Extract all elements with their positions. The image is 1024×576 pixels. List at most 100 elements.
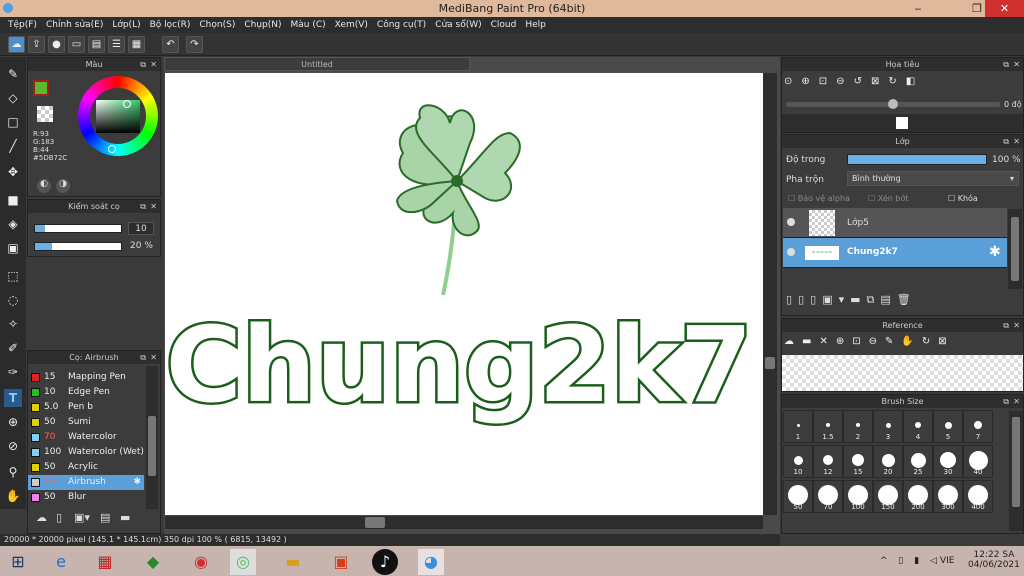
select-tool-icon[interactable]: ⬚: [4, 267, 22, 285]
brush-size-option[interactable]: 4: [903, 410, 933, 443]
clock[interactable]: 12:22 SA 04/06/2021: [968, 550, 1020, 570]
app-grid-icon[interactable]: ▦: [92, 549, 118, 575]
brush-size-option[interactable]: 150: [873, 480, 903, 513]
eraser-tool-icon[interactable]: ◇: [4, 89, 22, 107]
menu-view[interactable]: Xem(V): [331, 17, 373, 33]
rotation-slider[interactable]: [786, 99, 1000, 109]
delete-layer-icon[interactable]: 🗑: [897, 293, 917, 306]
brush-size-option[interactable]: 7: [963, 410, 993, 443]
gear-icon[interactable]: ✱: [133, 475, 141, 490]
brush-list-item[interactable]: 50 Sumi: [28, 415, 144, 430]
mirror-icon[interactable]: ◧: [906, 76, 924, 87]
new-layer-1bit-icon[interactable]: ▯: [810, 293, 822, 306]
palette-icon[interactable]: ◐: [37, 179, 51, 193]
bucket-tool-icon[interactable]: ◈: [4, 215, 22, 233]
list-icon[interactable]: ☰: [108, 36, 125, 53]
clip-checkbox[interactable]: ☐ Xén bớt: [868, 194, 908, 203]
line-tool-icon[interactable]: ╱: [4, 137, 22, 155]
ref-rotate-icon[interactable]: ↻: [922, 336, 938, 347]
color-set-icon[interactable]: ◑: [56, 179, 70, 193]
rotate-right-icon[interactable]: ↻: [888, 76, 905, 87]
menu-snap[interactable]: Chụp(N): [240, 17, 286, 33]
menu-color[interactable]: Màu (C): [287, 17, 331, 33]
layers-scrollbar[interactable]: [1008, 209, 1022, 289]
hue-wheel[interactable]: [78, 76, 158, 156]
brush-size-option[interactable]: 20: [873, 445, 903, 478]
vertical-scrollbar[interactable]: [763, 73, 777, 515]
ref-hand-icon[interactable]: ✋: [901, 336, 921, 347]
brush-list-item[interactable]: 100 Watercolor (Wet): [28, 445, 144, 460]
layer-item[interactable]: ~~~~~ Chung2k7 ✱: [783, 238, 1007, 268]
comment-icon[interactable]: ●: [48, 36, 65, 53]
undock-icon[interactable]: ⧉: [140, 200, 146, 213]
ref-eyedropper-icon[interactable]: ✎: [885, 336, 901, 347]
ref-close-icon[interactable]: ✕: [819, 336, 835, 347]
undock-icon[interactable]: ⧉: [1003, 395, 1009, 408]
menu-file[interactable]: Tệp(F): [4, 17, 42, 33]
brush-list-item[interactable]: 50 Acrylic: [28, 460, 144, 475]
ie-icon[interactable]: e: [48, 549, 74, 575]
close-icon[interactable]: ✕: [150, 200, 157, 213]
dropper-tool-icon[interactable]: ⚲: [4, 463, 22, 481]
chat-icon[interactable]: ▭: [68, 36, 85, 53]
language-indicator[interactable]: VIE: [940, 556, 955, 566]
dot-tool-icon[interactable]: □: [4, 113, 22, 131]
brush-size-option[interactable]: 30: [933, 445, 963, 478]
undock-icon[interactable]: ⧉: [140, 58, 146, 71]
brush-size-option[interactable]: 5: [933, 410, 963, 443]
brush-size-option[interactable]: 50: [783, 480, 813, 513]
menu-select[interactable]: Chọn(S): [195, 17, 240, 33]
close-icon[interactable]: ✕: [1013, 395, 1020, 408]
foreground-color-swatch[interactable]: [33, 80, 49, 96]
ref-fullscreen-icon[interactable]: ⊠: [938, 336, 954, 347]
brush-list-item[interactable]: 15 Mapping Pen: [28, 370, 144, 385]
brush-list-item[interactable]: 5.0 Pen b: [28, 400, 144, 415]
brush-tool-icon[interactable]: ✎: [4, 65, 22, 83]
brush-size-option[interactable]: 3: [873, 410, 903, 443]
close-icon[interactable]: ✕: [150, 58, 157, 71]
brush-size-option[interactable]: 12: [813, 445, 843, 478]
brush-size-option[interactable]: 200: [903, 480, 933, 513]
file-explorer-icon[interactable]: ▬: [280, 549, 306, 575]
close-icon[interactable]: ✕: [1013, 319, 1020, 332]
layer-folder-icon[interactable]: ▬: [850, 293, 866, 306]
background-color-swatch[interactable]: [37, 106, 53, 122]
undock-icon[interactable]: ⧉: [1003, 319, 1009, 332]
ref-fit-icon[interactable]: ⊡: [852, 336, 868, 347]
size-slider[interactable]: [34, 224, 122, 233]
undock-icon[interactable]: ⧉: [140, 351, 146, 364]
menu-layer[interactable]: Lớp(L): [108, 17, 145, 33]
brush-size-option[interactable]: 100: [843, 480, 873, 513]
fill-rect-tool-icon[interactable]: ■: [4, 191, 22, 209]
visibility-icon[interactable]: [787, 248, 795, 256]
close-icon[interactable]: ✕: [1013, 135, 1020, 148]
medibang-icon[interactable]: ◕: [418, 549, 444, 575]
brush-size-option[interactable]: 15: [843, 445, 873, 478]
menu-cloud[interactable]: Cloud: [487, 17, 522, 33]
redo-icon[interactable]: ↷: [186, 36, 203, 53]
flip-icon[interactable]: ⊠: [871, 76, 888, 87]
protect-alpha-checkbox[interactable]: ☐ Bảo vệ alpha: [788, 194, 850, 203]
menu-tools[interactable]: Công cụ(T): [373, 17, 431, 33]
upload-icon[interactable]: ⇪: [28, 36, 45, 53]
rotate-left-icon[interactable]: ↺: [854, 76, 871, 87]
add-layer-menu-icon[interactable]: ▣▾: [822, 293, 850, 306]
vpn-icon[interactable]: ◎: [230, 549, 256, 575]
brush-size-option[interactable]: 300: [933, 480, 963, 513]
brush-size-option[interactable]: 10: [783, 445, 813, 478]
undo-icon[interactable]: ↶: [162, 36, 179, 53]
brush-list-item[interactable]: 10 Airbrush ✱: [28, 475, 144, 490]
menu-window[interactable]: Cửa sổ(W): [431, 17, 486, 33]
navigator-preview[interactable]: [782, 114, 1023, 132]
horizontal-scrollbar[interactable]: [165, 516, 763, 529]
move-tool-icon[interactable]: ✥: [4, 163, 22, 181]
brush-size-option[interactable]: 25: [903, 445, 933, 478]
select-pen-tool-icon[interactable]: ✐: [4, 339, 22, 357]
new-layer-8bit-icon[interactable]: ▯: [798, 293, 810, 306]
layer-opacity-slider[interactable]: [847, 154, 987, 165]
close-button[interactable]: ✕: [985, 0, 1024, 17]
new-layer-icon[interactable]: ▯: [786, 293, 798, 306]
tiktok-icon[interactable]: ♪: [372, 549, 398, 575]
ref-cloud-icon[interactable]: ☁: [784, 336, 802, 347]
brush-size-option[interactable]: 1: [783, 410, 813, 443]
